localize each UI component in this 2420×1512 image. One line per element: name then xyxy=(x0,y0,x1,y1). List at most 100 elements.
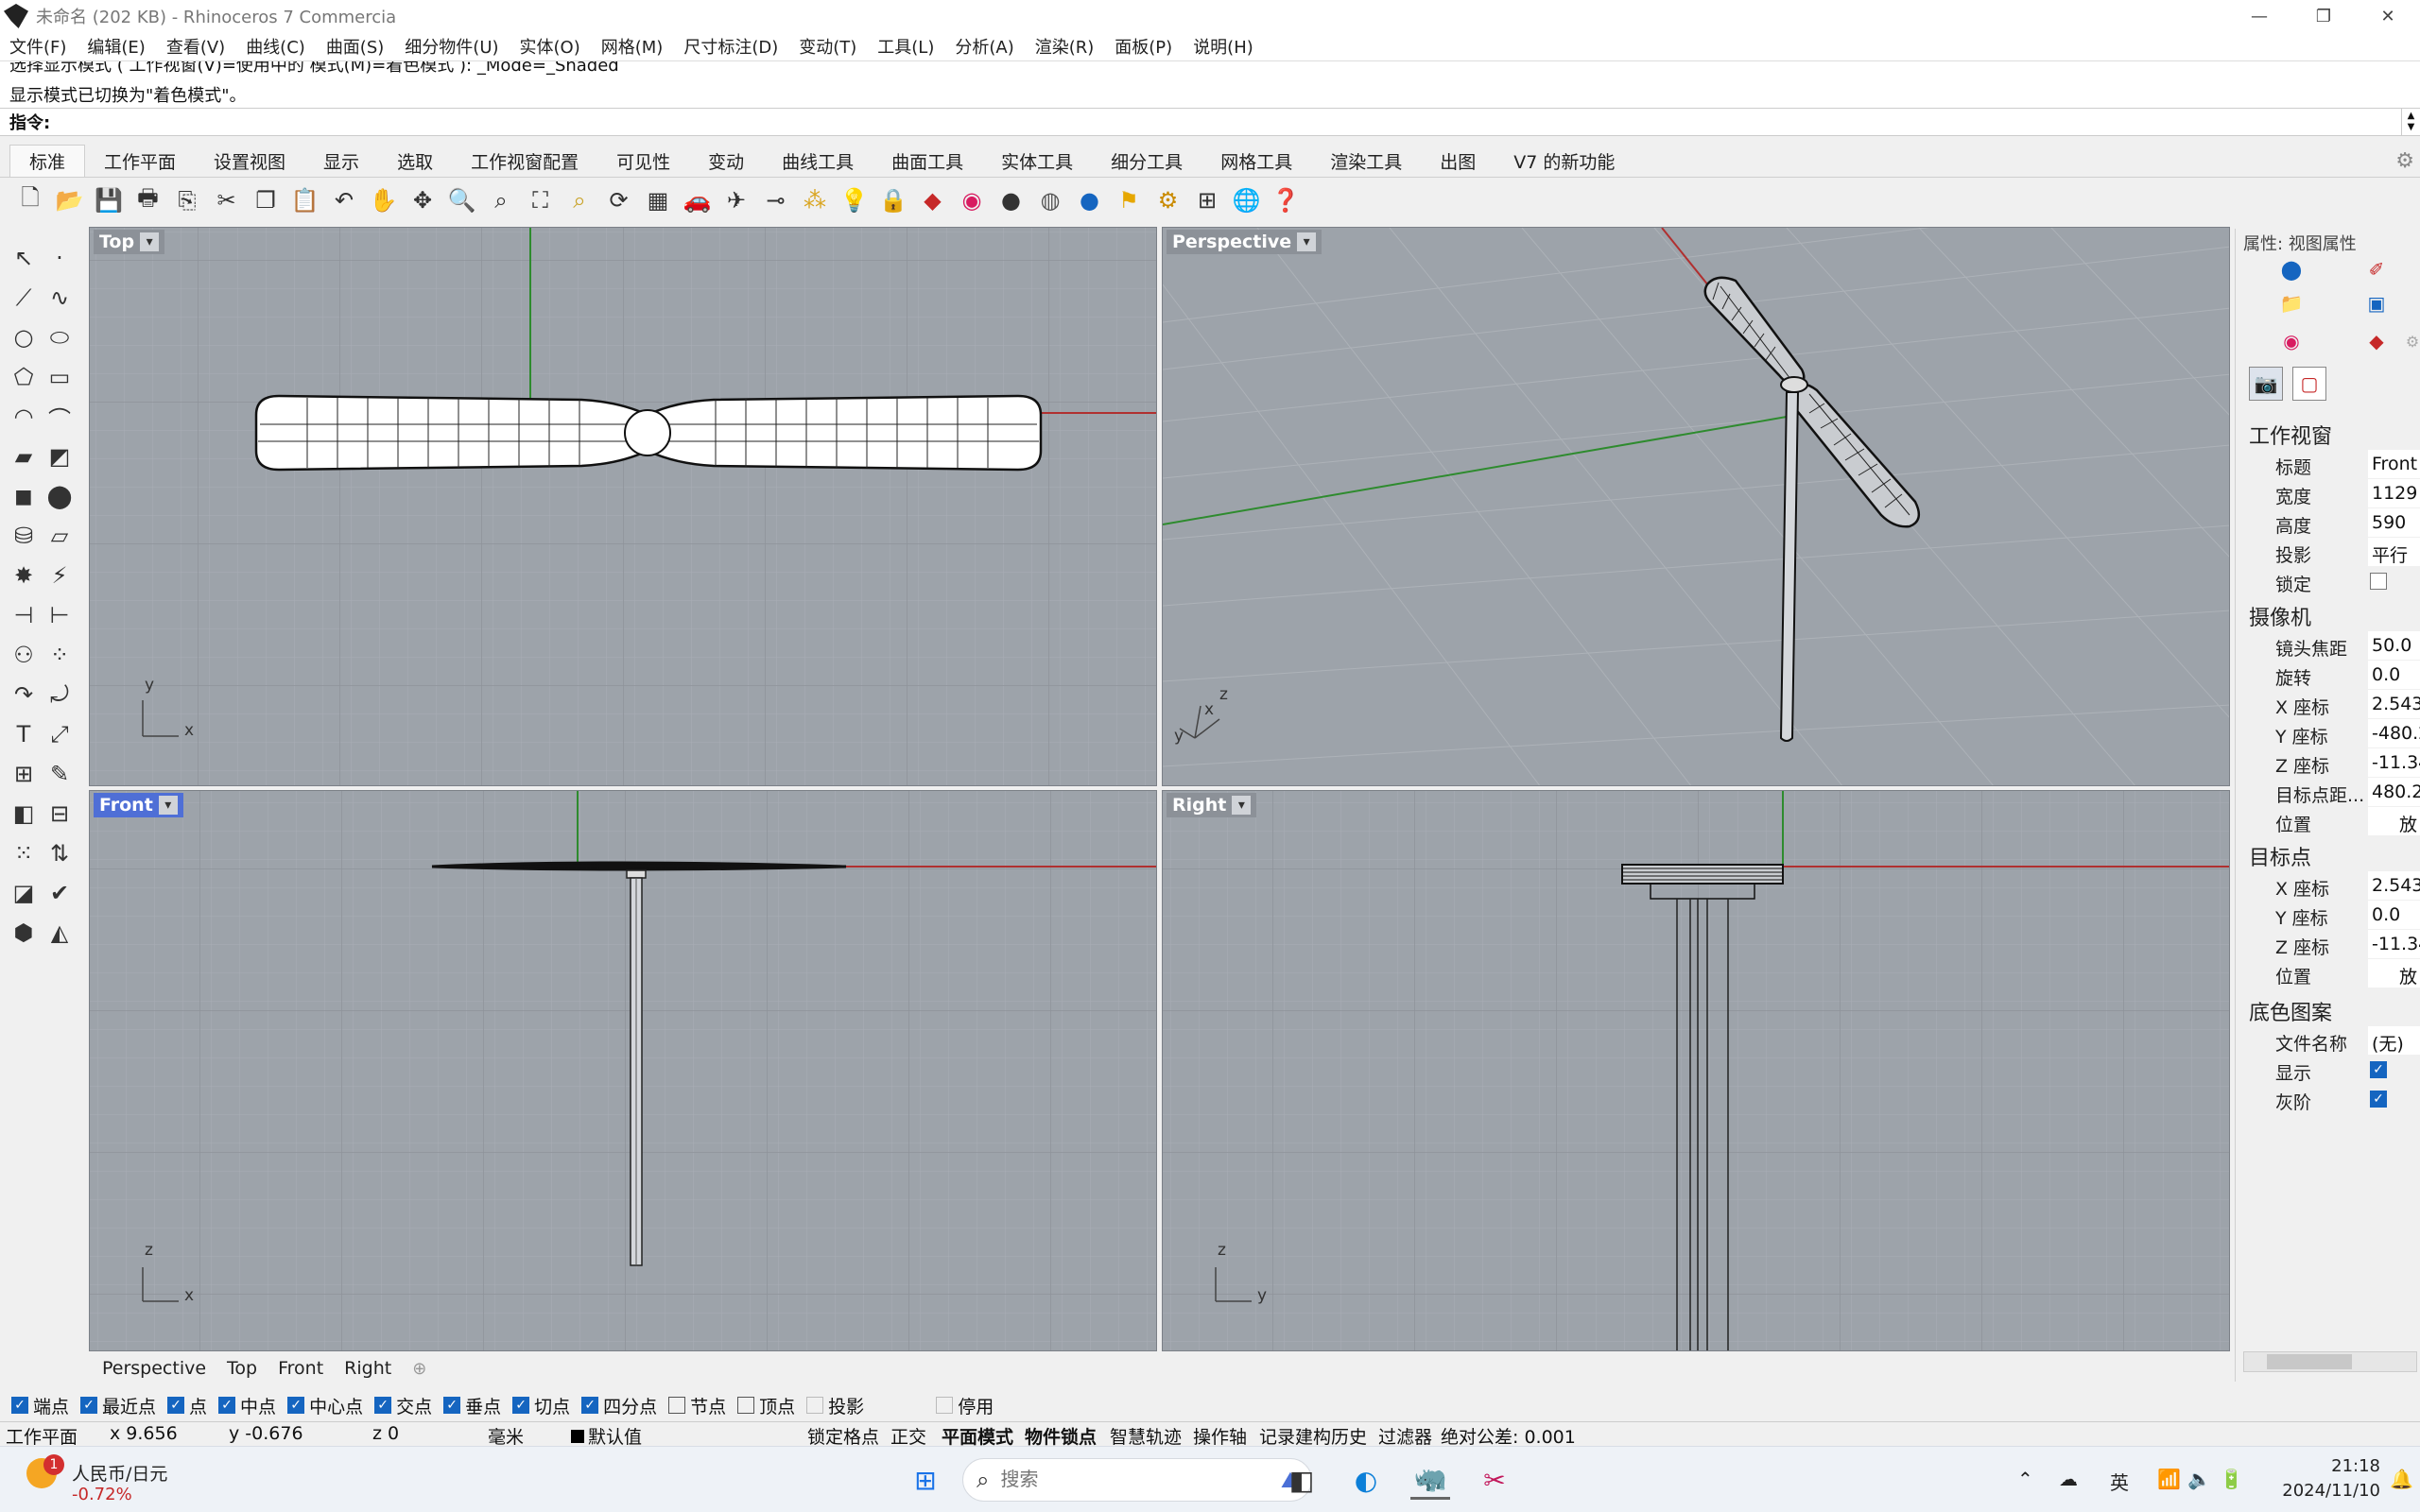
wallpaper-filename-field[interactable]: (无) xyxy=(2368,1026,2420,1055)
tab-curve-tools[interactable]: 曲线工具 xyxy=(763,145,873,177)
property-value-target-z[interactable]: -11.34 xyxy=(2368,930,2420,958)
tab-cplanes[interactable]: 工作平面 xyxy=(85,145,195,177)
command-input[interactable] xyxy=(54,110,2401,134)
viewport-tab-top[interactable]: Top xyxy=(227,1358,257,1379)
property-value-width[interactable]: 1129 xyxy=(2368,479,2420,507)
select-arrow-icon[interactable]: ↖ xyxy=(6,240,42,276)
menu-curve[interactable]: 曲线(C) xyxy=(246,34,305,59)
curve-icon[interactable]: ∿ xyxy=(42,280,78,316)
grid-array-icon[interactable]: ⊟ xyxy=(42,796,78,832)
property-value-camera-z[interactable]: -11.34 xyxy=(2368,748,2420,777)
osnap-end[interactable]: ✓ 端点 xyxy=(11,1393,69,1418)
scrollbar-thumb[interactable] xyxy=(2267,1354,2352,1369)
status-gumball[interactable]: 操作轴 xyxy=(1193,1423,1247,1449)
osnap-checkbox[interactable] xyxy=(806,1397,824,1414)
osnap-quadrant[interactable]: ✓ 四分点 xyxy=(581,1393,657,1418)
blue-sphere-icon[interactable]: ● xyxy=(1073,183,1107,217)
offset-curve-icon[interactable]: ⤾ xyxy=(42,677,78,713)
viewport-title[interactable]: Right ▾ xyxy=(1167,793,1257,817)
status-planar[interactable]: 平面模式 xyxy=(942,1423,1013,1449)
menu-file[interactable]: 文件(F) xyxy=(9,34,66,59)
gumball-icon[interactable]: ⇅ xyxy=(42,835,78,871)
osnap-checkbox[interactable]: ✓ xyxy=(80,1397,98,1414)
osnap-checkbox[interactable]: ✓ xyxy=(218,1397,236,1414)
zoom-extents-icon[interactable]: ⛶ xyxy=(524,183,558,217)
dimension-icon[interactable]: ⤢ xyxy=(42,716,78,752)
split-icon[interactable]: ⚡ xyxy=(42,558,78,593)
status-osnap[interactable]: 物件锁点 xyxy=(1025,1423,1097,1449)
polyline-icon[interactable]: ⟋ xyxy=(6,280,42,316)
command-scroll-spinner[interactable]: ▲ ▼ xyxy=(2401,109,2420,135)
print-icon[interactable]: 🖶 xyxy=(131,183,165,217)
tab-solid-tools[interactable]: 实体工具 xyxy=(982,145,1092,177)
paste-icon[interactable]: 📋 xyxy=(288,183,322,217)
boolean-icon[interactable]: ⚇ xyxy=(6,637,42,673)
viewport-front[interactable]: Front ▾ z x xyxy=(89,790,1157,1351)
tab-drafting[interactable]: 出图 xyxy=(1421,145,1495,177)
viewport-menu-arrow-icon[interactable]: ▾ xyxy=(1297,232,1317,251)
onedrive-cloud-icon[interactable]: ☁ xyxy=(2059,1468,2078,1490)
viewport-tab-front[interactable]: Front xyxy=(278,1358,323,1379)
car-icon[interactable]: 🚗 xyxy=(681,183,715,217)
text-icon[interactable]: T xyxy=(6,716,42,752)
property-value-target-x[interactable]: 2.543 xyxy=(2368,871,2420,900)
osnap-near[interactable]: ✓ 最近点 xyxy=(80,1393,156,1418)
osnap-center[interactable]: ✓ 中心点 xyxy=(287,1393,363,1418)
help-icon[interactable]: ❓ xyxy=(1269,183,1303,217)
osnap-checkbox[interactable]: ✓ xyxy=(374,1397,392,1414)
search-input[interactable] xyxy=(1000,1469,1190,1491)
zoom-icon[interactable]: 🔍 xyxy=(445,183,479,217)
osnap-checkbox[interactable]: ✓ xyxy=(512,1397,530,1414)
menu-edit[interactable]: 编辑(E) xyxy=(87,34,145,59)
property-value-title[interactable]: Front xyxy=(2368,450,2420,478)
status-record-history[interactable]: 记录建构历史 xyxy=(1259,1423,1367,1449)
mesh-plane-icon[interactable]: ▱ xyxy=(42,518,78,554)
lock-checkbox[interactable] xyxy=(2370,573,2387,590)
notification-bell-icon[interactable]: 🔔 xyxy=(2390,1468,2413,1490)
viewport-frame-icon[interactable]: ▢ xyxy=(2292,367,2326,401)
property-value-height[interactable]: 590 xyxy=(2368,508,2420,537)
arc-icon[interactable]: ◠ xyxy=(6,399,42,435)
battery-icon[interactable]: 🔋 xyxy=(2220,1468,2243,1490)
help-panel-icon[interactable]: ▣ xyxy=(2362,289,2391,318)
points-grid-icon[interactable]: ⁙ xyxy=(6,835,42,871)
undo-icon[interactable]: ↶ xyxy=(327,183,361,217)
rectangle-icon[interactable]: ▭ xyxy=(42,359,78,395)
status-grid-snap[interactable]: 锁定格点 xyxy=(807,1423,879,1449)
osnap-tangent[interactable]: ✓ 切点 xyxy=(512,1393,570,1418)
cage-icon[interactable]: ⬢ xyxy=(6,915,42,951)
tab-display[interactable]: 显示 xyxy=(304,145,378,177)
osnap-checkbox[interactable]: ✓ xyxy=(167,1397,185,1414)
menu-help[interactable]: 说明(H) xyxy=(1193,34,1253,59)
render-sphere-icon[interactable]: ◍ xyxy=(1033,183,1067,217)
plane-icon[interactable]: ✈ xyxy=(719,183,753,217)
menu-tools[interactable]: 工具(L) xyxy=(877,34,934,59)
property-value-target-distance[interactable]: 480.2 xyxy=(2368,778,2420,806)
zoom-window-icon[interactable]: ⌕ xyxy=(484,183,518,217)
point-icon[interactable]: · xyxy=(42,240,78,276)
trim-icon[interactable]: ⊣ xyxy=(6,597,42,633)
start-windows-icon[interactable]: ⊞ xyxy=(906,1460,945,1500)
menu-transform[interactable]: 变动(T) xyxy=(799,34,856,59)
tab-transform[interactable]: 变动 xyxy=(689,145,763,177)
taskbar-clock[interactable]: 21:18 2024/11/10 xyxy=(2267,1454,2380,1503)
display-icon[interactable]: 📁 xyxy=(2277,289,2306,318)
viewport-right[interactable]: Right ▾ z y xyxy=(1162,790,2230,1351)
render-panel-icon[interactable]: ◉ xyxy=(2277,327,2306,355)
osnap-knot[interactable]: 节点 xyxy=(668,1393,726,1418)
menu-panels[interactable]: 面板(P) xyxy=(1115,34,1172,59)
viewport-perspective[interactable]: Perspective ▾ z x y xyxy=(1162,227,2230,786)
osnap-disable[interactable]: 停用 xyxy=(936,1393,994,1418)
polygon-icon[interactable]: ⬠ xyxy=(6,359,42,395)
circle-icon[interactable]: ○ xyxy=(6,319,42,355)
osnap-checkbox[interactable] xyxy=(936,1397,954,1414)
snipping-tool-icon[interactable]: ✂ xyxy=(1475,1460,1514,1500)
add-viewport-tab-icon[interactable]: ⊕ xyxy=(412,1359,426,1379)
osnap-checkbox[interactable]: ✓ xyxy=(287,1397,305,1414)
panel-settings-icon[interactable]: ⚙ xyxy=(2398,327,2420,355)
task-view-icon[interactable]: ◧ xyxy=(1282,1460,1322,1500)
open-icon[interactable]: 📂 xyxy=(53,183,87,217)
copy-icon[interactable]: ❐ xyxy=(249,183,283,217)
currency-widget[interactable]: 1 人民币/日元 -0.72% xyxy=(23,1454,306,1507)
cut-icon[interactable]: ✂ xyxy=(210,183,244,217)
